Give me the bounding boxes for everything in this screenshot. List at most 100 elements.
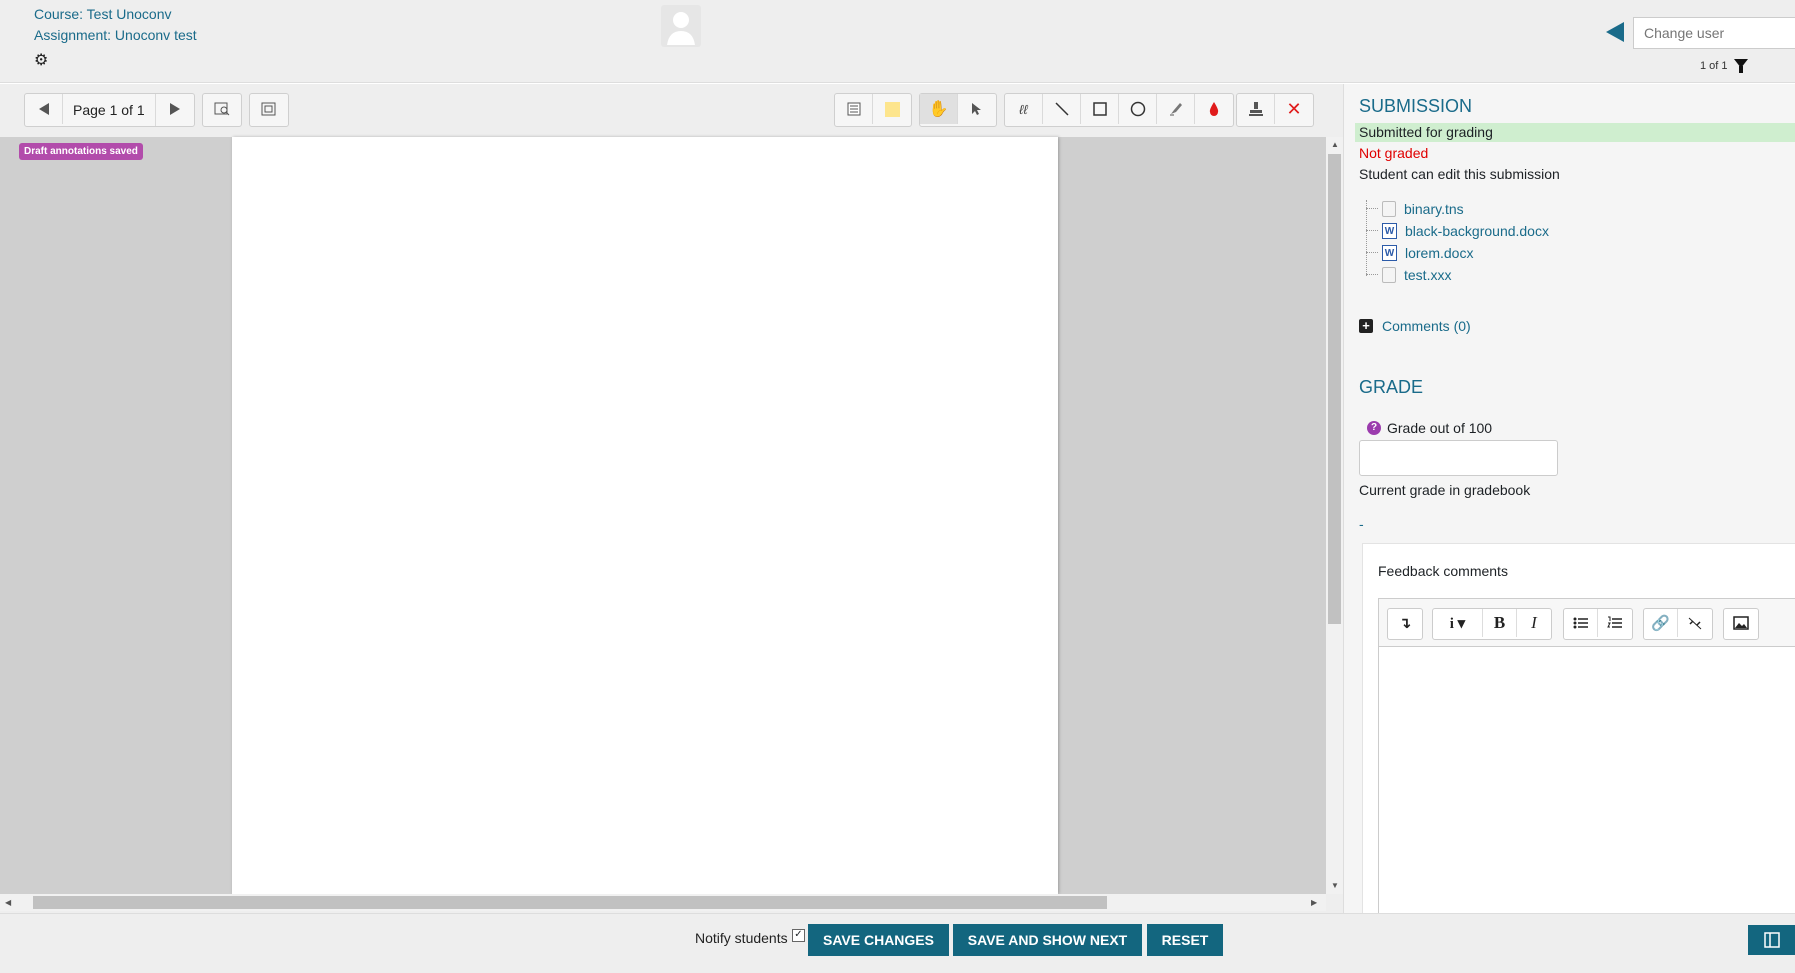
scroll-right-icon[interactable]: ▶ [1311, 898, 1317, 907]
previous-user-icon[interactable] [1606, 22, 1624, 42]
oval-icon [1130, 101, 1145, 117]
plus-square-icon: + [1359, 319, 1373, 333]
show-more-buttons-button[interactable]: ↴ [1388, 609, 1422, 637]
italic-button[interactable]: I [1517, 609, 1551, 637]
pen-tool-button[interactable]: ℓℓ [1005, 94, 1043, 124]
pen-icon: ℓℓ [1019, 101, 1028, 117]
feedback-label: Feedback comments [1378, 563, 1508, 579]
editor-group-format: i ▾ B I [1432, 608, 1552, 640]
edit-status: Student can edit this submission [1359, 166, 1560, 182]
highlight-tool-button[interactable] [1157, 94, 1195, 124]
link-button[interactable]: 🔗 [1644, 609, 1678, 637]
avatar [661, 5, 701, 47]
arrow-right-icon [169, 103, 180, 115]
horizontal-scroll-thumb[interactable] [33, 896, 1107, 909]
expand-icon [261, 102, 276, 116]
select-tool-button[interactable] [958, 94, 996, 124]
expand-group [249, 93, 289, 127]
unordered-list-button[interactable] [1564, 609, 1598, 637]
page-select[interactable]: Page 1 of 1 [63, 94, 156, 126]
word-document-icon: W [1382, 245, 1397, 261]
unlink-button[interactable] [1678, 609, 1712, 637]
file-icon [1382, 201, 1396, 217]
hand-icon: ✋ [928, 101, 949, 118]
word-document-icon: W [1382, 223, 1397, 239]
scroll-up-icon[interactable]: ▲ [1331, 140, 1339, 149]
insert-image-button[interactable] [1724, 609, 1758, 637]
yellow-swatch-icon [884, 101, 900, 117]
red-cross-icon: ✕ [1286, 98, 1302, 119]
red-drop-icon [1209, 102, 1219, 116]
grade-heading: GRADE [1359, 377, 1424, 397]
highlighter-icon [1169, 103, 1182, 116]
filter-icon[interactable] [1734, 59, 1748, 73]
drawing-tools: ℓℓ [1004, 93, 1234, 127]
stamp-tool-button[interactable] [1237, 94, 1275, 124]
search-comments-button[interactable] [203, 94, 241, 124]
line-tool-button[interactable] [1043, 94, 1081, 124]
file-link[interactable]: binary.tns [1404, 201, 1464, 217]
submission-status: Submitted for grading [1355, 123, 1795, 142]
line-icon [1054, 102, 1069, 116]
search-comments-icon [214, 102, 230, 116]
bullet-list-icon [1573, 617, 1588, 629]
assignment-link[interactable]: Assignment: Unoconv test [34, 27, 197, 43]
next-page-button[interactable] [156, 94, 194, 124]
pan-tool-button[interactable]: ✋ [920, 94, 958, 124]
comment-icon [847, 102, 860, 116]
help-icon[interactable]: ? [1367, 421, 1381, 435]
grade-label: Grade out of 100 [1387, 420, 1493, 436]
file-link[interactable]: black-background.docx [1405, 223, 1549, 239]
notify-students-checkbox[interactable]: ✓ [792, 929, 805, 942]
file-link[interactable]: test.xxx [1404, 267, 1451, 283]
save-and-next-button[interactable]: SAVE AND SHOW NEXT [953, 924, 1142, 956]
oval-tool-button[interactable] [1119, 94, 1157, 124]
scroll-down-icon[interactable]: ▼ [1331, 881, 1339, 890]
comments-link[interactable]: Comments (0) [1382, 318, 1471, 334]
stamp-tools: ✕ [1236, 93, 1314, 127]
collapse-panel-button[interactable] [1748, 925, 1795, 955]
document-page[interactable] [232, 137, 1058, 894]
submission-heading: SUBMISSION [1359, 96, 1473, 116]
paragraph-styles-button[interactable]: i ▾ [1433, 609, 1483, 637]
comment-button[interactable] [835, 94, 873, 124]
comment-colour-button[interactable] [873, 94, 911, 124]
vertical-scroll-thumb[interactable] [1328, 154, 1341, 624]
bold-button[interactable]: B [1483, 609, 1517, 637]
stamp-icon [1248, 102, 1263, 116]
gear-icon[interactable]: ⚙ [34, 50, 48, 70]
reset-button[interactable]: RESET [1147, 924, 1223, 956]
toolbar-toggle-icon: ↴ [1398, 615, 1412, 632]
editor-group-media [1723, 608, 1759, 640]
file-icon [1382, 267, 1396, 283]
editor-group-links: 🔗 [1643, 608, 1713, 640]
draft-status-badge: Draft annotations saved [19, 143, 143, 160]
notify-students-label: Notify students [695, 930, 788, 946]
ordered-list-button[interactable] [1598, 609, 1632, 637]
italic-icon: I [1531, 613, 1537, 632]
annotation-colour-button[interactable] [1195, 94, 1233, 124]
file-item: test.xxx [1366, 265, 1451, 285]
page-navigation: Page 1 of 1 [24, 93, 195, 127]
feedback-editor[interactable] [1378, 646, 1795, 915]
save-changes-button[interactable]: SAVE CHANGES [808, 924, 949, 956]
gradebook-value: - [1359, 516, 1364, 532]
expand-comments-button[interactable] [250, 94, 288, 124]
gradebook-label: Current grade in gradebook [1359, 482, 1531, 498]
change-user-input[interactable] [1633, 17, 1795, 49]
unlink-icon [1688, 617, 1702, 630]
course-link[interactable]: Course: Test Unoconv [34, 6, 171, 22]
grading-status: Not graded [1359, 145, 1429, 161]
user-count: 1 of 1 [1700, 60, 1728, 72]
delete-annotation-button[interactable]: ✕ [1275, 94, 1313, 124]
rectangle-tool-button[interactable] [1081, 94, 1119, 124]
file-link[interactable]: lorem.docx [1405, 245, 1473, 261]
comments-toggle[interactable]: + Comments (0) [1359, 318, 1471, 334]
grade-input[interactable] [1359, 440, 1558, 476]
grader-header: Course: Test Unoconv Assignment: Unoconv… [0, 0, 1795, 83]
scroll-left-icon[interactable]: ◀ [5, 898, 11, 907]
previous-page-button[interactable] [25, 94, 63, 124]
rectangle-icon [1092, 102, 1107, 116]
image-icon [1733, 616, 1749, 630]
editor-group-lists [1563, 608, 1633, 640]
